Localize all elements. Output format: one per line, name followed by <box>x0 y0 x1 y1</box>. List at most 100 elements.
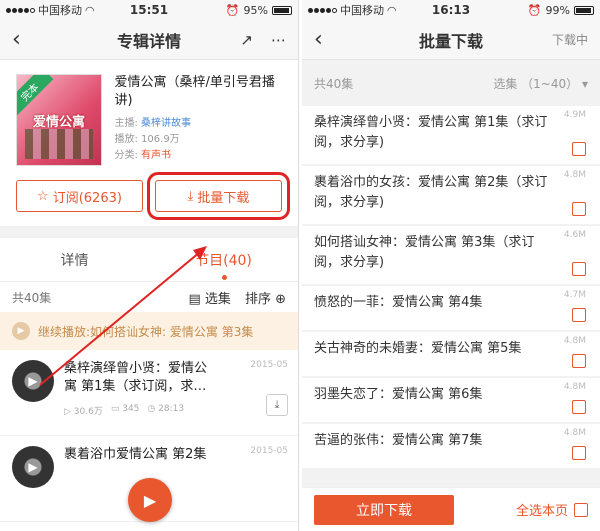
battery-icon <box>573 5 594 15</box>
tab-bar: 详情 节目(40) <box>0 238 298 282</box>
download-footer: 立即下载 全选本页 <box>302 487 600 531</box>
status-bar: 中国移动 ◠ 16:13 ⏰ 99% <box>302 0 600 20</box>
batch-download-screen: 中国移动 ◠ 16:13 ⏰ 99% ‹ 批量下载 下载中 共40集 选集 （1… <box>302 0 600 531</box>
track-name: 裹着浴巾爱情公寓 第2集 <box>64 447 207 462</box>
download-now-button[interactable]: 立即下载 <box>314 494 454 525</box>
episode-row[interactable]: 愤怒的一菲：爱情公寓 第4集 4.7M <box>302 286 600 330</box>
floating-play-button[interactable]: ▶ <box>128 478 172 522</box>
more-icon[interactable]: ⋯ <box>271 31 286 49</box>
episode-row[interactable]: 如何搭讪女神：爱情公寓 第3集（求订阅，求分享) 4.6M <box>302 226 600 284</box>
host-label: 主播: <box>114 118 138 129</box>
battery-percent: 99% <box>545 3 570 17</box>
cover-tag: 完本 <box>17 75 54 116</box>
battery-percent: 95% <box>243 3 268 17</box>
episode-count: 共40集 <box>314 76 354 91</box>
select-range-dropdown[interactable]: 选集 （1~40） ▾ <box>493 75 588 92</box>
subscribe-button[interactable]: ☆ 订阅(6263) <box>16 180 143 212</box>
episode-name: 苦逼的张伟：爱情公寓 第7集 <box>314 433 483 448</box>
episode-row[interactable]: 羽墨失恋了：爱情公寓 第6集 4.8M <box>302 378 600 422</box>
nav-bar: ‹ 批量下载 下载中 <box>302 20 600 60</box>
episode-row[interactable]: 裹着浴巾的女孩：爱情公寓 第2集（求订阅，求分享) 4.8M <box>302 166 600 224</box>
batch-download-button[interactable]: ⤓ 批量下载 <box>147 172 290 220</box>
episode-name: 桑梓演绎曾小贤：爱情公寓 第1集（求订阅，求分享) <box>314 115 548 150</box>
plays-label: 播放: <box>114 134 138 145</box>
track-duration: ◷ 28:13 <box>147 404 185 414</box>
back-icon[interactable]: ‹ <box>314 27 338 52</box>
cover-image <box>25 129 94 159</box>
select-all-checkbox[interactable] <box>574 502 588 517</box>
track-comments: ▭ 345 <box>110 404 140 414</box>
batch-download-label: 批量下载 <box>197 190 250 206</box>
episode-checkbox[interactable] <box>572 308 586 322</box>
status-bar: 中国移动 ◠ 15:51 ⏰ 95% <box>0 0 298 20</box>
nav-bar: ‹ 专辑详情 ↗ ⋯ <box>0 20 298 60</box>
episode-size: 4.8M <box>563 336 586 346</box>
carrier-label: 中国移动 <box>340 4 384 17</box>
episode-size: 4.6M <box>563 230 586 240</box>
album-name: 爱情公寓（桑梓/单引号君播讲) <box>114 75 275 108</box>
track-plays: ▷ 30.6万 <box>64 407 103 417</box>
clock: 16:13 <box>431 3 471 17</box>
wifi-icon: ◠ <box>85 3 95 17</box>
episode-size: 4.9M <box>563 110 586 120</box>
carrier: 中国移动 ◠ <box>6 2 101 18</box>
alarm-icon: ⏰ <box>225 3 240 17</box>
episode-count: 共40集 <box>12 290 52 305</box>
track-date: 2015-05 <box>250 446 288 456</box>
episode-row[interactable]: 桑梓演绎曾小贤：爱情公寓 第1集（求订阅，求分享) 4.9M <box>302 106 600 164</box>
episode-row[interactable]: 苦逼的张伟：爱情公寓 第7集 4.8M <box>302 424 600 468</box>
episode-checkbox[interactable] <box>572 354 586 368</box>
episode-checkbox[interactable] <box>572 262 586 276</box>
back-icon[interactable]: ‹ <box>12 27 36 52</box>
episode-size: 4.8M <box>563 170 586 180</box>
album-detail-screen: 中国移动 ◠ 15:51 ⏰ 95% ‹ 专辑详情 ↗ ⋯ 完本 爱情公寓 爱情… <box>0 0 298 531</box>
episode-name: 关古神奇的未婚妻：爱情公寓 第5集 <box>314 341 522 356</box>
host-link[interactable]: 桑梓讲故事 <box>141 118 191 129</box>
episode-size: 4.7M <box>563 290 586 300</box>
signal-icon <box>308 7 337 13</box>
download-icon: ⤓ <box>187 188 194 204</box>
track-name: 桑梓演绎曾小贤：爱情公寓 第1集（求订阅，求… <box>64 361 208 394</box>
sort-label: 排序 <box>244 291 271 307</box>
episode-checkbox[interactable] <box>572 446 586 460</box>
episode-checkbox[interactable] <box>572 400 586 414</box>
list-header: 共40集 ▤ 选集 排序 ⊕ <box>0 282 298 312</box>
continue-play-bar[interactable]: ▶ 继续播放:如何搭讪女神: 爱情公寓 第3集 <box>0 312 298 350</box>
sort-button[interactable]: 排序 ⊕ <box>245 288 286 307</box>
tab-episodes[interactable]: 节目(40) <box>149 250 298 280</box>
episode-checkbox[interactable] <box>572 202 586 216</box>
album-header: 完本 爱情公寓 爱情公寓（桑梓/单引号君播讲) 主播: 桑梓讲故事 播放: 10… <box>0 60 298 170</box>
chevron-down-icon: ▾ <box>581 76 588 91</box>
track-date: 2015-05 <box>250 360 288 370</box>
select-icon: ▤ <box>188 291 201 307</box>
episode-name: 愤怒的一菲：爱情公寓 第4集 <box>314 295 483 310</box>
downloading-link[interactable]: 下载中 <box>552 31 588 48</box>
select-label: 选集 <box>204 291 231 307</box>
track-item[interactable]: ▶ 桑梓演绎曾小贤：爱情公寓 第1集（求订阅，求… ▷ 30.6万 ▭ 345 … <box>0 350 298 436</box>
track-play-icon[interactable]: ▶ <box>12 360 54 402</box>
star-icon: ☆ <box>37 188 49 204</box>
signal-icon <box>6 7 35 13</box>
episode-size: 4.8M <box>563 382 586 392</box>
episode-checkbox[interactable] <box>572 142 586 156</box>
play-icon: ▶ <box>12 322 30 340</box>
select-all-toggle[interactable]: 全选本页 <box>516 500 588 519</box>
cover-title: 爱情公寓 <box>33 115 86 130</box>
episode-size: 4.8M <box>563 428 586 438</box>
share-icon[interactable]: ↗ <box>240 31 253 49</box>
carrier-label: 中国移动 <box>38 4 82 17</box>
clock: 15:51 <box>129 3 169 17</box>
episode-name: 如何搭讪女神：爱情公寓 第3集（求订阅，求分享) <box>314 235 535 270</box>
episode-row[interactable]: 关古神奇的未婚妻：爱情公寓 第5集 4.8M <box>302 332 600 376</box>
sort-icon: ⊕ <box>275 291 286 307</box>
select-all-label: 全选本页 <box>515 504 568 519</box>
subscribe-label: 订阅(6263) <box>52 190 122 206</box>
wifi-icon: ◠ <box>387 3 397 17</box>
track-play-icon[interactable]: ▶ <box>12 446 54 488</box>
category-link[interactable]: 有声书 <box>141 150 171 161</box>
track-download-icon[interactable]: ⤓ <box>266 394 288 416</box>
alarm-icon: ⏰ <box>527 3 542 17</box>
category-label: 分类: <box>114 150 138 161</box>
tab-details[interactable]: 详情 <box>0 250 149 270</box>
select-episodes-button[interactable]: ▤ 选集 <box>188 288 230 307</box>
